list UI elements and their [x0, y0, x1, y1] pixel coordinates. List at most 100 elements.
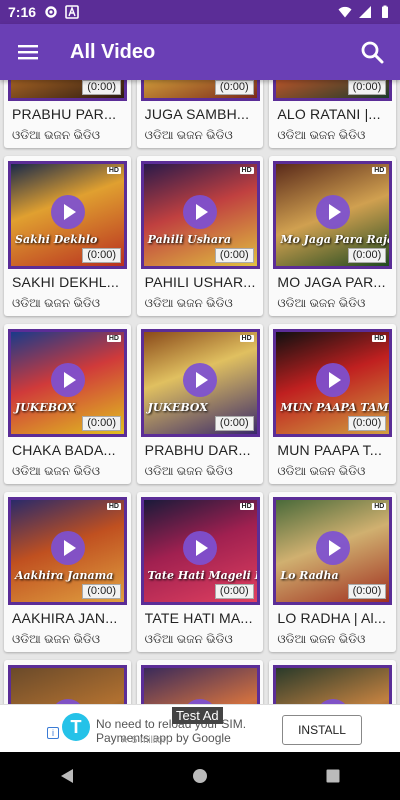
- play-icon[interactable]: [315, 531, 350, 565]
- video-row: Prabhu Parambrambha(0:00) PRABHU PAR... ଓଡ…: [0, 80, 400, 148]
- app-root: 7:16 All Video Prabhu Parambrambha(0:00)…: [0, 0, 400, 800]
- video-duration: (0:00): [347, 416, 387, 431]
- back-button[interactable]: [43, 752, 91, 800]
- install-button[interactable]: INSTALL: [282, 715, 362, 745]
- page-title: All Video: [70, 40, 156, 63]
- video-duration: (0:00): [347, 584, 387, 599]
- video-card[interactable]: JUKEBOX HD (0:00) PRABHU DAR... ଓଡିଆ ଭଜନ ଭିଡ…: [136, 324, 264, 484]
- video-title: ALO RATANI |...: [277, 106, 381, 122]
- video-title: PAHILI USHAR...: [144, 274, 256, 290]
- thumbnail-caption: MUN PAAPA TAME PUNYA: [280, 401, 389, 414]
- video-card[interactable]: Prabhu Parambrambha(0:00) PRABHU PAR... ଓଡ…: [4, 80, 131, 148]
- video-card[interactable]: Tate Hati Mageli Dela HD (0:00) TATE HATI M…: [136, 492, 264, 652]
- play-icon[interactable]: [50, 363, 85, 397]
- video-thumbnail[interactable]: Aakhira Janama HD (0:00): [8, 497, 127, 605]
- video-thumbnail[interactable]: Lo Radha HD (0:00): [273, 497, 393, 605]
- thumbnail-caption: JUKEBOX: [15, 401, 76, 414]
- video-title: MUN PAAPA T...: [277, 442, 383, 458]
- video-thumbnail[interactable]: Juga Sambhabu(0:00): [140, 80, 260, 101]
- video-card[interactable]: [136, 660, 264, 704]
- search-button[interactable]: [344, 24, 400, 80]
- video-thumbnail[interactable]: Sakhi Dekhlo HD (0:00): [8, 161, 127, 269]
- video-duration: (0:00): [82, 584, 121, 599]
- video-title: LO RADHA | Al...: [277, 610, 387, 626]
- video-duration: (0:00): [82, 248, 121, 263]
- ad-app-logo-icon: T: [62, 713, 90, 741]
- thumbnail-caption: Lo Radha: [280, 569, 339, 582]
- video-category: ଓଡିଆ ଭଜନ ଭିଡିଓ: [144, 128, 233, 142]
- video-row: JUKEBOX HD (0:00) CHAKA BADA... ଓଡିଆ ଭଜନ ଭିଡ…: [0, 324, 400, 484]
- status-system-icons: [338, 5, 392, 19]
- home-button[interactable]: [176, 752, 224, 800]
- hd-badge-icon: HD: [106, 167, 121, 174]
- video-title: JUGA SAMBH...: [144, 106, 250, 122]
- video-category: ଓଡିଆ ଭଜନ ଭିଡିଓ: [144, 632, 233, 646]
- video-category: ଓଡିଆ ଭଜନ ଭିଡିଓ: [277, 464, 366, 478]
- video-thumbnail[interactable]: MUN PAAPA TAME PUNYA HD (0:00): [273, 329, 393, 437]
- video-card[interactable]: JUKEBOX HD (0:00) CHAKA BADA... ଓଡିଆ ଭଜନ ଭିଡ…: [4, 324, 131, 484]
- wifi-icon: [338, 6, 352, 18]
- video-title: SAKHI DEKHL...: [12, 274, 120, 290]
- ad-label: Test Ad: [172, 707, 223, 724]
- video-thumbnail[interactable]: Prabhu Parambrambha(0:00): [8, 80, 127, 101]
- hd-badge-icon: HD: [239, 503, 254, 510]
- video-card[interactable]: MUN PAAPA TAME PUNYA HD (0:00) MUN PAAPA T.…: [269, 324, 397, 484]
- ad-banner[interactable]: i T No need to reload your SIM. Payments…: [0, 704, 400, 752]
- cell-signal-icon: [359, 6, 371, 18]
- hd-badge-icon: HD: [372, 167, 387, 174]
- video-thumbnail[interactable]: JUKEBOX HD (0:00): [140, 329, 260, 437]
- video-grid-content: Prabhu Parambrambha(0:00) PRABHU PAR... ଓଡ…: [0, 80, 400, 704]
- app-notification-icon: [65, 5, 79, 19]
- play-icon[interactable]: [183, 531, 218, 565]
- search-icon: [361, 41, 384, 64]
- video-card[interactable]: [4, 660, 131, 704]
- play-icon[interactable]: [315, 195, 350, 229]
- video-duration: (0:00): [347, 248, 387, 263]
- thumbnail-caption: Sakhi Dekhlo: [15, 233, 98, 246]
- info-icon[interactable]: i: [47, 727, 59, 739]
- play-icon[interactable]: [50, 195, 85, 229]
- status-time: 7:16: [8, 4, 37, 20]
- settings-gear-icon: [45, 6, 57, 18]
- video-thumbnail[interactable]: [273, 665, 393, 704]
- hd-badge-icon: HD: [372, 335, 387, 342]
- recents-button[interactable]: [309, 752, 357, 800]
- video-card[interactable]: Pahili Ushara HD (0:00) PAHILI USHAR... ଓଡିଆ…: [136, 156, 264, 316]
- video-thumbnail[interactable]: [140, 665, 260, 704]
- video-title: TATE HATI MA...: [144, 610, 253, 626]
- video-thumbnail[interactable]: JUKEBOX HD (0:00): [8, 329, 127, 437]
- play-icon[interactable]: [183, 195, 218, 229]
- ad-rating: ★ 5 million: [120, 735, 169, 746]
- hd-badge-icon: HD: [106, 503, 121, 510]
- video-card[interactable]: [269, 660, 397, 704]
- thumbnail-caption: Aakhira Janama: [15, 569, 114, 582]
- video-category: ଓଡିଆ ଭଜନ ଭିଡିଓ: [12, 632, 101, 646]
- play-icon[interactable]: [50, 531, 85, 565]
- video-card[interactable]: Alo Ratani(0:00) ALO RATANI |... ଓଡିଆ ଭଜନ …: [269, 80, 397, 148]
- hd-badge-icon: HD: [239, 167, 254, 174]
- video-card[interactable]: Sakhi Dekhlo HD (0:00) SAKHI DEKHL... ଓଡିଆ ଭ…: [4, 156, 131, 316]
- play-icon[interactable]: [183, 363, 218, 397]
- video-card[interactable]: Mo Jaga Para Raja HD (0:00) MO JAGA PAR... ଓ…: [269, 156, 397, 316]
- video-thumbnail[interactable]: Tate Hati Mageli Dela HD (0:00): [140, 497, 260, 605]
- video-thumbnail[interactable]: Pahili Ushara HD (0:00): [140, 161, 260, 269]
- video-thumbnail[interactable]: [8, 665, 127, 704]
- video-category: ଓଡିଆ ଭଜନ ଭିଡିଓ: [12, 296, 101, 310]
- system-nav-bar: [0, 752, 400, 800]
- play-icon[interactable]: [315, 363, 350, 397]
- video-title: AAKHIRA JAN...: [12, 610, 118, 626]
- video-thumbnail[interactable]: Alo Ratani(0:00): [273, 80, 393, 101]
- video-category: ଓଡିଆ ଭଜନ ଭିଡିଓ: [277, 632, 366, 646]
- video-card[interactable]: Juga Sambhabu(0:00) JUGA SAMBH... ଓଡିଆ ଭଜନ…: [136, 80, 264, 148]
- video-card[interactable]: Aakhira Janama HD (0:00) AAKHIRA JAN... ଓଡିଆ…: [4, 492, 131, 652]
- thumbnail-caption: Tate Hati Mageli Dela: [147, 569, 257, 582]
- thumbnail-caption: JUKEBOX: [147, 401, 208, 414]
- app-toolbar: All Video: [0, 24, 400, 80]
- video-row: [0, 660, 400, 704]
- video-row: Aakhira Janama HD (0:00) AAKHIRA JAN... ଓଡିଆ…: [0, 492, 400, 652]
- video-card[interactable]: Lo Radha HD (0:00) LO RADHA | Al... ଓଡିଆ ଭଜନ…: [269, 492, 397, 652]
- video-grid[interactable]: Prabhu Parambrambha(0:00) PRABHU PAR... ଓଡ…: [0, 80, 400, 704]
- video-thumbnail[interactable]: Mo Jaga Para Raja HD (0:00): [273, 161, 393, 269]
- battery-icon: [382, 5, 388, 18]
- menu-button[interactable]: [0, 24, 56, 80]
